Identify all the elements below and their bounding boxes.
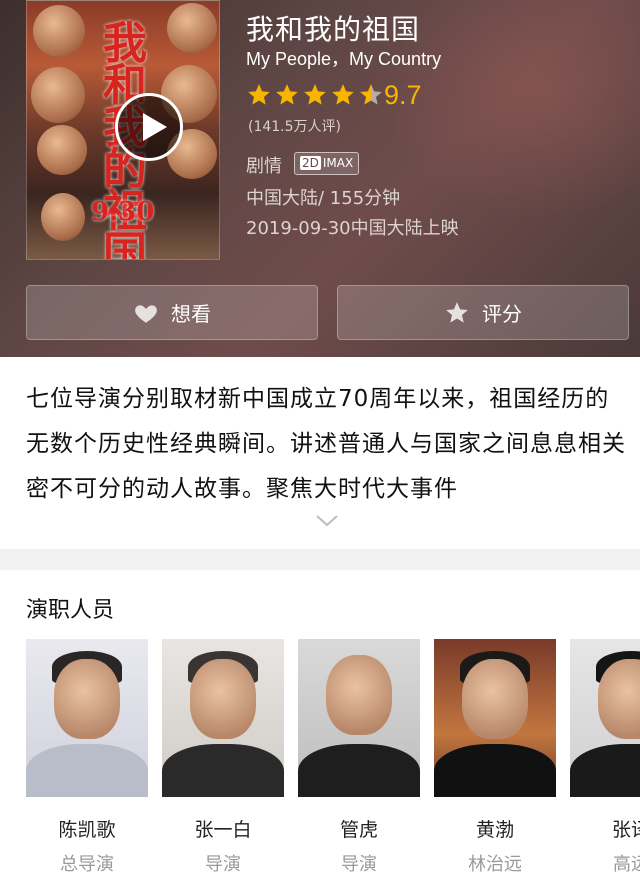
avatar xyxy=(434,639,556,797)
cast-card[interactable]: 陈凯歌 总导演 xyxy=(26,639,148,876)
cast-heading: 演职人员 xyxy=(26,598,115,623)
cast-name: 黄渤 xyxy=(475,819,514,841)
avatar xyxy=(162,639,284,797)
cast-card[interactable]: 管虎 导演 xyxy=(298,639,420,876)
movie-english-title: My People，My Country xyxy=(246,49,442,69)
avatar-body xyxy=(570,744,640,797)
avatar-body xyxy=(298,744,420,797)
avatar-body xyxy=(434,744,556,797)
avatar-head xyxy=(326,655,392,735)
play-icon[interactable] xyxy=(115,93,183,161)
poster-face xyxy=(37,125,87,175)
rating-score: 9.7 xyxy=(384,80,422,110)
poster-face xyxy=(33,5,85,57)
cast-name: 陈凯歌 xyxy=(58,819,116,841)
cast-role: 总导演 xyxy=(60,854,114,875)
format-badge: 2D IMAX xyxy=(294,152,360,175)
cast-card[interactable]: 张译 高远 xyxy=(570,639,640,876)
cast-name: 张一白 xyxy=(194,819,252,841)
avatar-head xyxy=(54,659,120,739)
avatar-head xyxy=(598,659,640,739)
movie-poster[interactable]: 我和我的祖国 9.30 xyxy=(26,0,220,260)
heart-icon xyxy=(135,304,157,323)
movie-genre: 剧情 xyxy=(246,156,282,177)
cast-role: 导演 xyxy=(205,854,241,875)
star-full-icon xyxy=(276,84,298,105)
synopsis-section[interactable]: 七位导演分别取材新中国成立70周年以来，祖国经历的无数个历史性经典瞬间。讲述普通… xyxy=(0,357,640,549)
cast-role: 高远 xyxy=(613,854,640,875)
synopsis-text: 七位导演分别取材新中国成立70周年以来，祖国经历的无数个历史性经典瞬间。讲述普通… xyxy=(26,386,626,502)
star-full-icon xyxy=(332,84,354,105)
poster-date: 9.30 xyxy=(91,197,155,227)
format-badge-label: 2D IMAX xyxy=(300,156,354,170)
star-full-icon xyxy=(248,84,270,105)
cast-card[interactable]: 黄渤 林治远 xyxy=(434,639,556,876)
avatar xyxy=(26,639,148,797)
avatar-body xyxy=(26,744,148,797)
format-2d-label: 2D xyxy=(300,156,321,170)
poster-face xyxy=(31,67,85,123)
avatar-body xyxy=(162,744,284,797)
movie-header: 我和我的祖国 9.30 我和我的祖国 My People，My Country … xyxy=(0,0,640,357)
cast-role: 林治远 xyxy=(468,854,522,875)
movie-title: 我和我的祖国 xyxy=(246,13,421,46)
avatar-head xyxy=(462,659,528,739)
star-full-icon xyxy=(304,84,326,105)
rate-label: 评分 xyxy=(482,302,522,326)
rate-button[interactable]: 评分 xyxy=(337,285,629,340)
avatar xyxy=(298,639,420,797)
star-half-icon xyxy=(360,84,382,105)
poster-face xyxy=(41,193,85,241)
cast-role: 导演 xyxy=(341,854,377,875)
chevron-down-icon[interactable] xyxy=(316,515,338,527)
cast-section: 演职人员 陈凯歌 总导演 张一白 导演 管虎 导演 黄渤 林治远 张 高 xyxy=(0,570,640,885)
cast-card[interactable]: 张一白 导演 xyxy=(162,639,284,876)
rating-votes: (141.5万人评) xyxy=(248,119,342,135)
movie-region-duration: 中国大陆/ 155分钟 xyxy=(246,188,401,209)
movie-release-date: 2019-09-30中国大陆上映 xyxy=(246,218,459,239)
avatar-head xyxy=(190,659,256,739)
cast-name: 张译 xyxy=(611,819,640,841)
star-icon xyxy=(446,301,468,323)
avatar xyxy=(570,639,640,797)
want-to-watch-label: 想看 xyxy=(171,302,211,326)
poster-face xyxy=(167,3,217,53)
star-rating xyxy=(246,82,386,108)
want-to-watch-button[interactable]: 想看 xyxy=(26,285,318,340)
cast-name: 管虎 xyxy=(339,819,378,841)
